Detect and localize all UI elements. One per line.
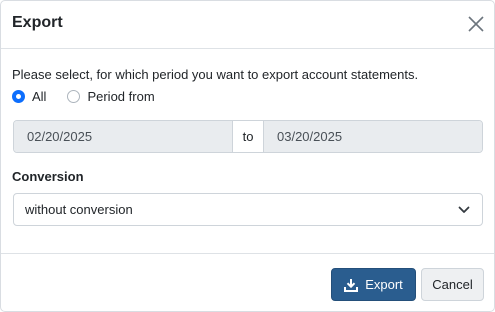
date-separator: to xyxy=(232,121,264,152)
dialog-title: Export xyxy=(12,14,63,31)
period-radio-group: All Period from xyxy=(12,87,176,105)
date-range-group: to xyxy=(13,120,483,153)
cancel-button[interactable]: Cancel xyxy=(421,268,484,301)
radio-period-from-label[interactable]: Period from xyxy=(87,89,154,104)
period-prompt: Please select, for which period you want… xyxy=(12,67,419,82)
export-button[interactable]: Export xyxy=(331,268,416,301)
conversion-selected-value: without conversion xyxy=(25,202,133,217)
close-icon xyxy=(468,16,484,32)
dialog-header: Export xyxy=(1,1,494,49)
radio-all[interactable] xyxy=(12,89,25,103)
conversion-select[interactable]: without conversion xyxy=(13,193,483,226)
radio-all-label[interactable]: All xyxy=(32,89,46,104)
chevron-down-icon xyxy=(458,206,470,213)
download-icon xyxy=(344,278,359,292)
export-button-label: Export xyxy=(365,277,403,292)
conversion-label: Conversion xyxy=(12,169,84,184)
radio-period-from[interactable] xyxy=(67,89,81,103)
export-dialog: Export Please select, for which period y… xyxy=(0,0,495,312)
date-from-field[interactable] xyxy=(14,121,232,152)
close-button[interactable] xyxy=(465,13,487,35)
date-to-field[interactable] xyxy=(264,121,482,152)
